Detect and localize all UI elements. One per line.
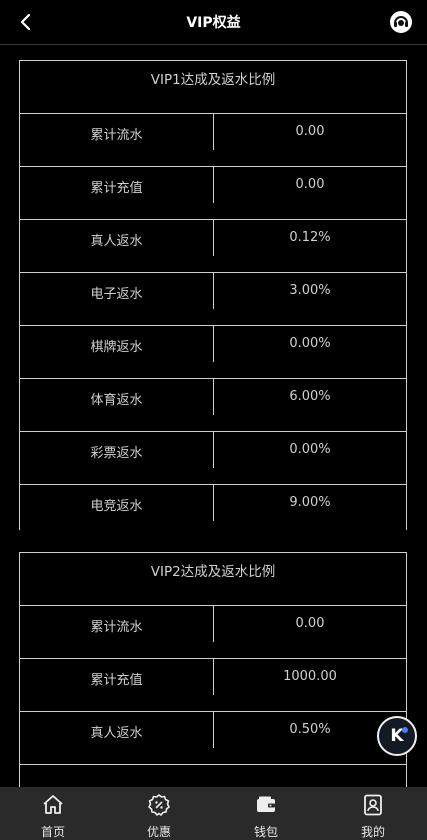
headset-icon [390,11,412,33]
table-row: 真人返水 0.50% [20,712,406,765]
table-row: 累计充值 1000.00 [20,659,406,712]
vip2-table: VIP2达成及返水比例 累计流水 0.00 累计充值 1000.00 真人返水 0.5… [19,552,407,787]
row-value: 0.00 [295,616,325,631]
top-bar: VIP权益 [0,0,427,45]
row-label: 彩票返水 [90,446,143,461]
discount-icon [148,794,170,816]
table-row: 棋牌返水 0.00% [20,326,406,379]
notification-dot [402,727,408,733]
tab-label: 钱包 [253,825,278,839]
tab-wallet[interactable]: 钱包 [213,787,319,840]
row-value: 0.00 [295,177,325,192]
page-title: VIP权益 [186,15,241,31]
floating-button-letter: K [390,726,404,746]
tab-label: 我的 [360,825,385,839]
table-row: 电子返水 3.00% [20,273,406,326]
table-row [20,765,406,787]
row-label: 电竞返水 [90,499,143,514]
row-value: 9.00% [289,495,331,510]
row-label: 累计流水 [90,128,143,143]
tab-label: 优惠 [146,825,171,839]
customer-service-button[interactable] [389,10,413,34]
row-label: 真人返水 [90,234,143,249]
row-label: 累计充值 [90,673,143,688]
table-row: 累计充值 0.00 [20,167,406,220]
bottom-tab-bar: 首页 优惠 钱包 我的 [0,787,427,840]
vip-content[interactable]: VIP1达成及返水比例 累计流水 0.00 累计充值 0.00 真人返水 0.12% … [0,46,427,787]
table-row: 真人返水 0.12% [20,220,406,273]
row-label: 体育返水 [90,393,143,408]
row-label: 累计充值 [90,181,143,196]
profile-icon [364,794,382,816]
row-label: 棋牌返水 [90,340,143,355]
home-icon [43,795,63,814]
floating-k-button[interactable]: K [377,716,417,756]
table-row: 电竞返水 9.00% [20,485,406,530]
vip1-table: VIP1达成及返水比例 累计流水 0.00 累计充值 0.00 真人返水 0.12% … [19,60,407,530]
table-row: 彩票返水 0.00% [20,432,406,485]
row-label: 电子返水 [90,287,143,302]
row-value: 0.00 [295,124,325,139]
table-row: 体育返水 6.00% [20,379,406,432]
tab-promotions[interactable]: 优惠 [106,787,212,840]
table-title: VIP1达成及返水比例 [20,61,406,114]
row-value: 1000.00 [283,669,337,684]
row-value: 0.00% [289,442,331,457]
table-row: 累计流水 0.00 [20,606,406,659]
table-title: VIP2达成及返水比例 [20,553,406,606]
row-label: 真人返水 [90,726,143,741]
tab-home[interactable]: 首页 [0,787,106,840]
tab-profile[interactable]: 我的 [320,787,426,840]
row-value: 0.00% [289,336,331,351]
row-value: 6.00% [289,389,331,404]
row-label: 累计流水 [90,620,143,635]
row-value: 3.00% [289,283,331,298]
row-value: 0.12% [289,230,331,245]
tab-label: 首页 [40,825,65,839]
table-row: 累计流水 0.00 [20,114,406,167]
wallet-icon [257,796,275,812]
